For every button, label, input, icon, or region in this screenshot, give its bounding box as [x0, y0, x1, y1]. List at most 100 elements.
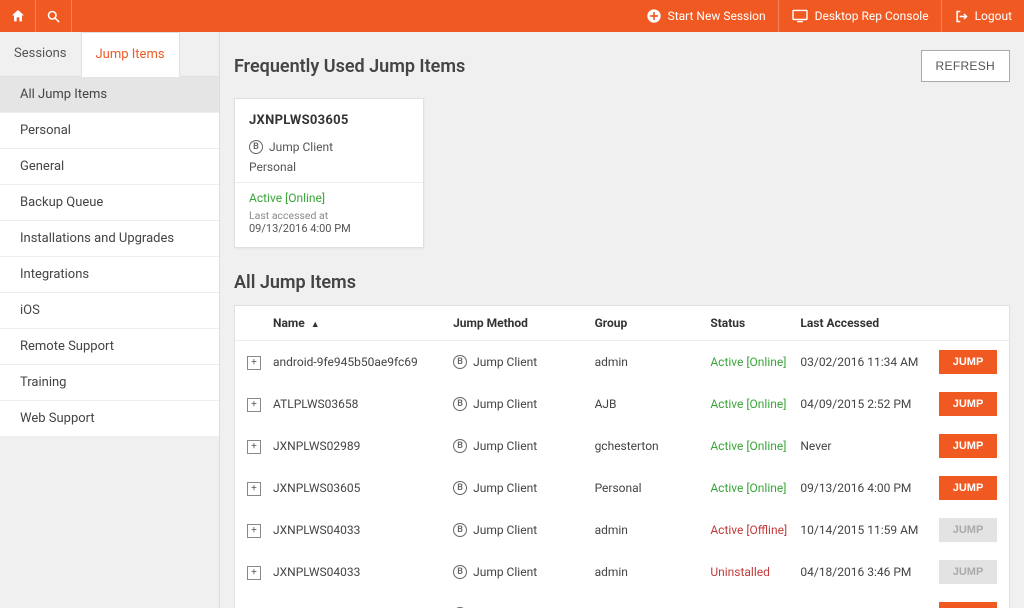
row-method: BJump Client: [453, 397, 594, 411]
freq-card-method: Jump Client: [269, 140, 333, 154]
b-circle-icon: B: [453, 397, 467, 411]
row-last-accessed: 03/02/2016 11:34 AM: [800, 355, 929, 369]
expand-icon[interactable]: +: [247, 524, 261, 538]
topbar: Start New Session Desktop Rep Console Lo…: [0, 0, 1024, 32]
topbar-right: Start New Session Desktop Rep Console Lo…: [634, 0, 1024, 32]
divider: [235, 182, 423, 183]
plus-circle-icon: [646, 8, 662, 24]
row-status: Active [Offline]: [710, 523, 800, 537]
b-circle-icon: B: [453, 481, 467, 495]
sidebar-item[interactable]: Installations and Upgrades: [0, 221, 219, 257]
search-button[interactable]: [36, 0, 72, 32]
b-circle-icon: B: [453, 355, 467, 369]
row-status: Active [Online]: [710, 439, 800, 453]
b-circle-icon: B: [453, 523, 467, 537]
row-method: BJump Client: [453, 355, 594, 369]
logout-label: Logout: [975, 9, 1012, 23]
freq-card-meta-time: 09/13/2016 4:00 PM: [249, 222, 409, 235]
row-name: JXNPLWS03605: [273, 481, 453, 495]
all-items-title: All Jump Items: [234, 272, 1010, 293]
topbar-left: [0, 0, 72, 32]
b-circle-icon: B: [453, 439, 467, 453]
row-name: android-9fe945b50ae9fc69: [273, 355, 453, 369]
row-group: admin: [595, 565, 711, 579]
freq-title: Frequently Used Jump Items: [234, 56, 465, 77]
logout-button[interactable]: Logout: [941, 0, 1024, 32]
sidebar-item[interactable]: Personal: [0, 113, 219, 149]
start-session-button[interactable]: Start New Session: [634, 0, 778, 32]
col-group-header[interactable]: Group: [595, 316, 711, 330]
start-session-label: Start New Session: [668, 9, 766, 23]
col-method-header[interactable]: Jump Method: [453, 316, 594, 330]
expand-icon[interactable]: +: [247, 398, 261, 412]
sidebar-item[interactable]: Web Support: [0, 401, 219, 437]
jump-button[interactable]: JUMP: [939, 476, 997, 500]
row-status: Uninstalled: [710, 565, 800, 579]
table-row: +JXNPLWS04033BJump ClientadminActive [On…: [235, 593, 1009, 608]
row-last-accessed: 04/09/2015 2:52 PM: [800, 397, 929, 411]
sidebar-item[interactable]: Backup Queue: [0, 185, 219, 221]
row-name: JXNPLWS04033: [273, 523, 453, 537]
expand-icon[interactable]: +: [247, 356, 261, 370]
row-name: ATLPLWS03658: [273, 397, 453, 411]
row-method: BJump Client: [453, 481, 594, 495]
jump-button: JUMP: [939, 560, 997, 584]
row-name: JXNPLWS04033: [273, 565, 453, 579]
freq-card-meta-label: Last accessed at: [249, 209, 409, 222]
jump-items-table: Name ▲ Jump Method Group Status Last Acc…: [234, 305, 1010, 608]
expand-icon[interactable]: +: [247, 440, 261, 454]
row-last-accessed: 10/14/2015 11:59 AM: [800, 523, 929, 537]
tab-sessions[interactable]: Sessions: [0, 32, 81, 76]
freq-card-name: JXNPLWS03605: [249, 113, 409, 128]
b-circle-icon: B: [249, 140, 263, 154]
sidebar-item[interactable]: All Jump Items: [0, 77, 219, 113]
sidebar-item[interactable]: iOS: [0, 293, 219, 329]
freq-card-method-row: B Jump Client: [249, 140, 409, 154]
sidebar-item[interactable]: Remote Support: [0, 329, 219, 365]
table-row: +JXNPLWS04033BJump ClientadminUninstalle…: [235, 551, 1009, 593]
row-last-accessed: 04/18/2016 3:46 PM: [800, 565, 929, 579]
jump-button[interactable]: JUMP: [939, 434, 997, 458]
refresh-button[interactable]: REFRESH: [921, 50, 1010, 82]
jump-button[interactable]: JUMP: [939, 350, 997, 374]
nav-list: All Jump ItemsPersonalGeneralBackup Queu…: [0, 77, 219, 437]
row-group: gchesterton: [595, 439, 711, 453]
table-row: + android-9fe945b50ae9fc69BJump Clientadm…: [235, 341, 1009, 383]
row-group: admin: [595, 355, 711, 369]
logout-icon: [954, 9, 969, 24]
desktop-console-button[interactable]: Desktop Rep Console: [778, 0, 941, 32]
row-last-accessed: Never: [800, 439, 929, 453]
col-status-header[interactable]: Status: [710, 316, 800, 330]
jump-button[interactable]: JUMP: [939, 602, 997, 608]
table-row: +ATLPLWS03658BJump ClientAJBActive [Onli…: [235, 383, 1009, 425]
content: Frequently Used Jump Items REFRESH JXNPL…: [220, 32, 1024, 608]
row-method: BJump Client: [453, 523, 594, 537]
row-method: BJump Client: [453, 439, 594, 453]
monitor-icon: [791, 9, 809, 23]
col-name-header[interactable]: Name ▲: [273, 316, 453, 330]
jump-button[interactable]: JUMP: [939, 392, 997, 416]
row-status: Active [Online]: [710, 481, 800, 495]
home-button[interactable]: [0, 0, 36, 32]
expand-icon[interactable]: +: [247, 482, 261, 496]
sidebar: Sessions Jump Items All Jump ItemsPerson…: [0, 32, 220, 608]
table-header: Name ▲ Jump Method Group Status Last Acc…: [235, 306, 1009, 341]
sidebar-item[interactable]: Integrations: [0, 257, 219, 293]
row-group: AJB: [595, 397, 711, 411]
tab-jump-items[interactable]: Jump Items: [81, 32, 180, 77]
sort-asc-icon: ▲: [311, 320, 320, 330]
b-circle-icon: B: [453, 565, 467, 579]
row-status: Active [Online]: [710, 355, 800, 369]
top-tabs: Sessions Jump Items: [0, 32, 219, 77]
sidebar-item[interactable]: Training: [0, 365, 219, 401]
row-name: JXNPLWS02989: [273, 439, 453, 453]
col-last-header[interactable]: Last Accessed: [800, 316, 929, 330]
expand-icon[interactable]: +: [247, 566, 261, 580]
freq-card-group: Personal: [249, 160, 409, 174]
row-last-accessed: 09/13/2016 4:00 PM: [800, 481, 929, 495]
sidebar-item[interactable]: General: [0, 149, 219, 185]
row-group: Personal: [595, 481, 711, 495]
freq-card[interactable]: JXNPLWS03605 B Jump Client Personal Acti…: [234, 98, 424, 248]
jump-button: JUMP: [939, 518, 997, 542]
desktop-console-label: Desktop Rep Console: [815, 9, 929, 23]
